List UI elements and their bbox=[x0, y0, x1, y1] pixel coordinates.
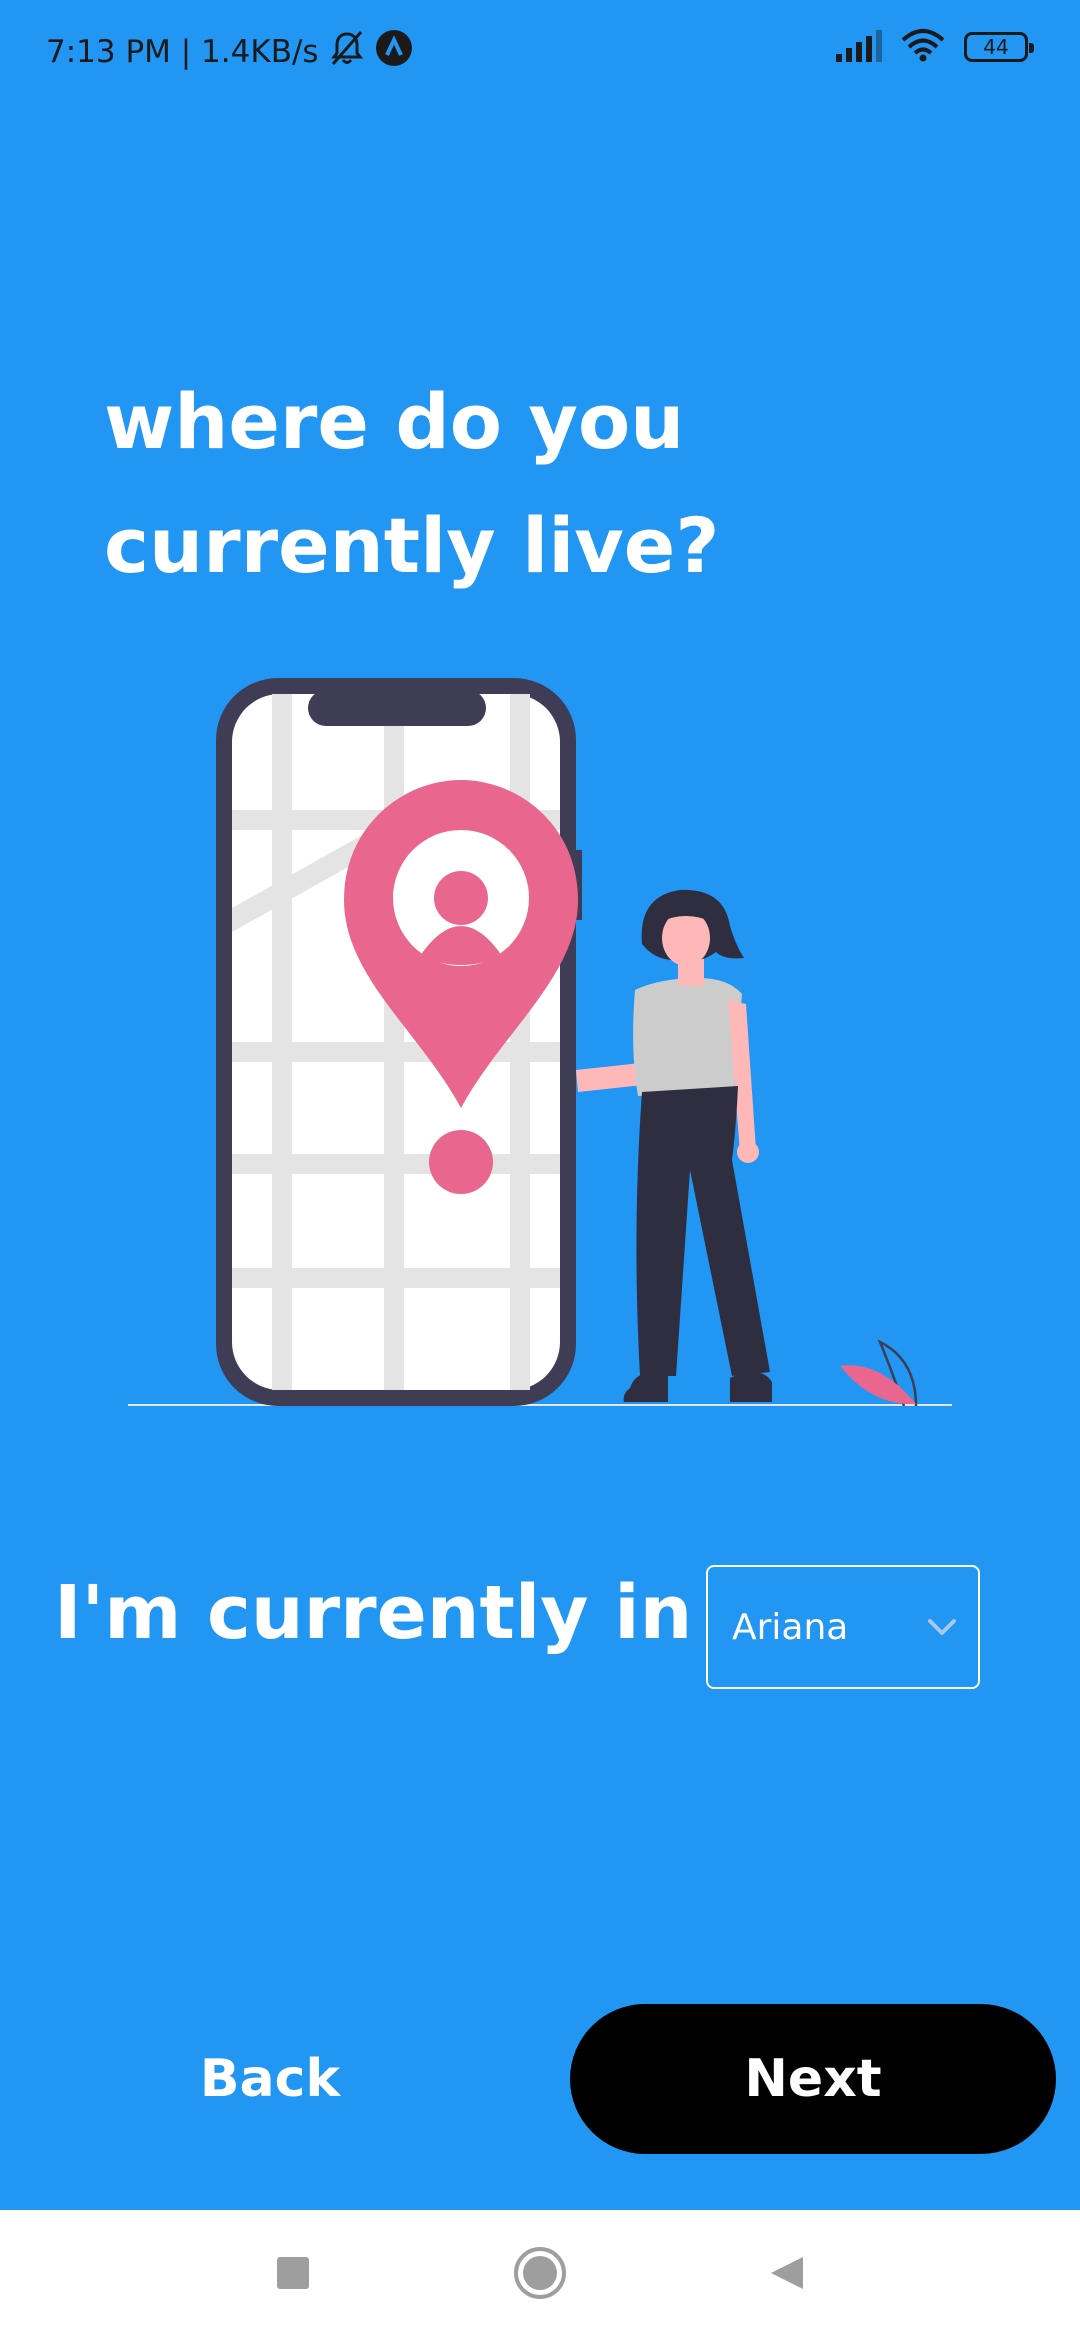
status-right: 44 bbox=[834, 28, 1034, 66]
wifi-icon bbox=[900, 28, 946, 66]
a-logo-icon bbox=[375, 29, 413, 75]
status-time-speed: 7:13 PM | 1.4KB/s bbox=[46, 34, 319, 70]
location-label: I'm currently in bbox=[54, 1570, 693, 1656]
country-dropdown-value: Ariana bbox=[732, 1606, 849, 1648]
bell-off-icon bbox=[327, 28, 367, 76]
home-button[interactable] bbox=[505, 2240, 575, 2310]
battery-icon: 44 bbox=[964, 32, 1034, 62]
square-icon bbox=[275, 2255, 311, 2295]
chevron-down-icon bbox=[924, 1609, 960, 1645]
status-bar: 7:13 PM | 1.4KB/s 44 bbox=[0, 0, 1080, 100]
signal-icon bbox=[834, 28, 882, 66]
recent-apps-button[interactable] bbox=[258, 2240, 328, 2310]
country-dropdown[interactable]: Ariana bbox=[706, 1565, 980, 1689]
triangle-back-icon bbox=[767, 2253, 807, 2297]
circle-icon bbox=[512, 2245, 568, 2305]
location-illustration bbox=[120, 660, 980, 1420]
back-button[interactable]: Back bbox=[140, 2004, 400, 2154]
system-nav-bar bbox=[0, 2210, 1080, 2340]
nav-back-button[interactable] bbox=[752, 2240, 822, 2310]
battery-level: 44 bbox=[983, 35, 1009, 59]
status-left: 7:13 PM | 1.4KB/s bbox=[46, 28, 413, 76]
next-button[interactable]: Next bbox=[570, 2004, 1056, 2154]
page-title: where do you currently live? bbox=[104, 377, 720, 590]
screen: 7:13 PM | 1.4KB/s 44 where do you curren… bbox=[0, 0, 1080, 2340]
